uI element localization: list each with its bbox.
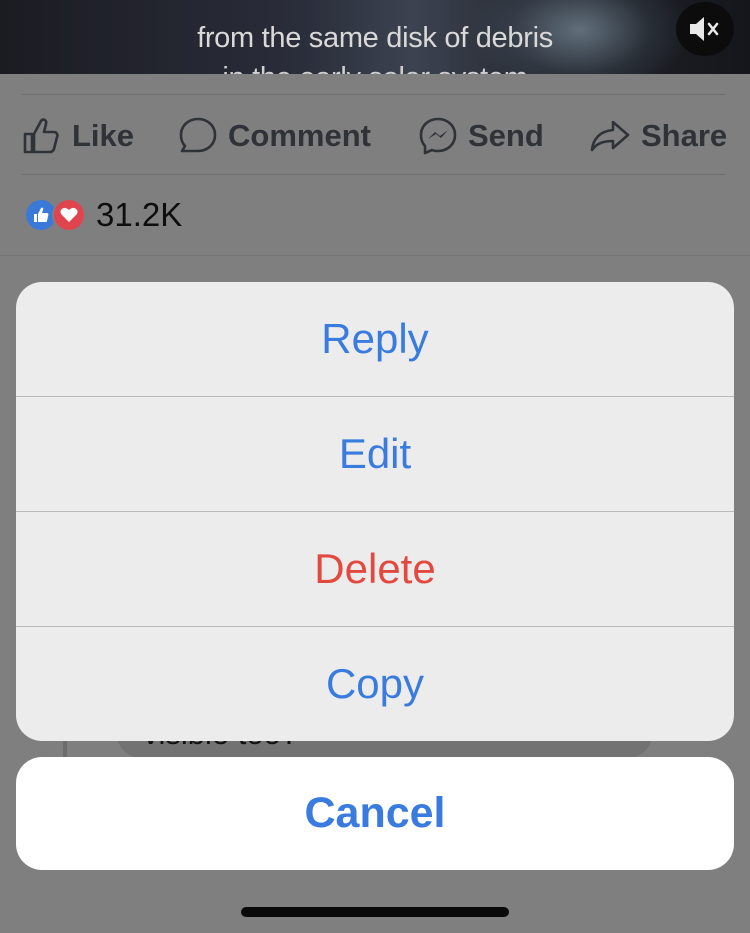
edit-option[interactable]: Edit [16,396,734,511]
video-caption: from the same disk of debris [197,22,553,54]
reaction-summary[interactable]: 31.2K [24,196,182,234]
messenger-icon [419,117,457,155]
home-indicator[interactable] [241,907,509,917]
like-label: Like [72,118,135,153]
mute-button[interactable] [676,2,734,56]
copy-option[interactable]: Copy [16,626,734,741]
action-sheet: Reply Edit Delete Copy [16,282,734,741]
reaction-count: 31.2K [96,196,183,233]
divider [22,94,726,95]
send-button[interactable]: Send [418,116,544,156]
speaker-muted-icon [690,17,719,41]
love-reaction-icon [52,198,86,232]
reply-option[interactable]: Reply [16,282,734,396]
delete-option[interactable]: Delete [16,511,734,626]
section-divider [0,255,750,256]
divider [22,174,726,175]
comment-button[interactable]: Comment [178,116,371,156]
cancel-button[interactable]: Cancel [16,757,734,870]
video-player[interactable]: from the same disk of debris in the earl… [0,0,750,74]
share-label: Share [641,118,728,153]
send-label: Send [468,118,544,153]
video-caption-next: in the early solar system [0,62,750,74]
share-button[interactable]: Share [589,116,727,156]
thumbs-up-icon [23,118,59,154]
share-arrow-icon [590,120,630,152]
comment-bubble-icon [179,117,217,153]
comment-label: Comment [228,118,371,153]
like-button[interactable]: Like [22,116,134,156]
